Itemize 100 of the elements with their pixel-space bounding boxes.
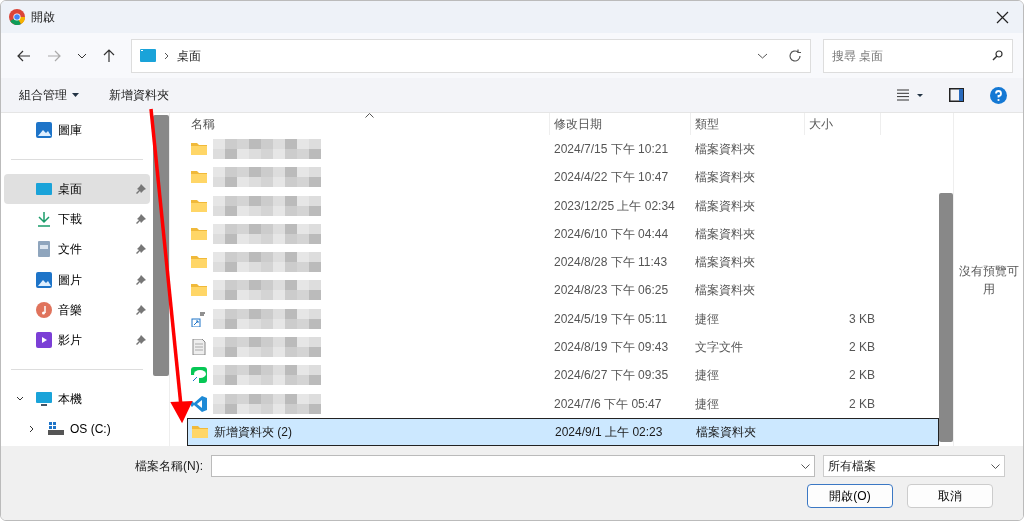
file-row[interactable]: 2024/5/19 下午 05:11 捷徑 3 KB (187, 304, 939, 333)
video-icon (36, 331, 52, 348)
type-cell: 檔案資料夾 (695, 142, 755, 157)
folder-icon (191, 141, 207, 158)
scrollbar-thumb[interactable] (939, 193, 953, 442)
type-cell: 捷徑 (695, 368, 719, 383)
download-icon (36, 211, 52, 228)
filename-field[interactable] (211, 455, 815, 477)
selected-row[interactable]: 新增資料夾 (2) 2024/9/1 上午 02:23 檔案資料夾 (187, 417, 939, 446)
type-cell: 檔案資料夾 (695, 198, 755, 213)
folder-icon (191, 282, 207, 299)
picture-icon (36, 271, 52, 288)
sidebar-item[interactable]: 音樂 (4, 294, 150, 325)
sidebar-item[interactable]: 本機 (4, 383, 150, 414)
sidebar-item[interactable]: 桌面 (4, 174, 150, 205)
refresh-icon (788, 48, 802, 63)
type-cell: 檔案資料夾 (695, 283, 755, 298)
type-cell: 檔案資料夾 (696, 424, 756, 439)
sort-indicator-icon (365, 113, 374, 118)
file-row[interactable]: 2023/12/25 上午 02:34 檔案資料夾 (187, 191, 939, 220)
type-cell: 檔案資料夾 (695, 226, 755, 241)
date-cell: 2024/4/22 下午 10:47 (554, 170, 669, 185)
shortcut-icon (191, 310, 207, 327)
folder-icon (192, 423, 208, 440)
file-name: 新增資料夾 (2) (214, 423, 292, 441)
app-icon (9, 9, 25, 25)
sidebar-item[interactable]: 影片 (4, 324, 150, 355)
search-icon (992, 49, 1003, 61)
window-title: 開啟 (31, 9, 55, 26)
sidebar-item[interactable]: 文件 (4, 234, 150, 265)
file-row[interactable]: 2024/4/22 下午 10:47 檔案資料夾 (187, 163, 939, 192)
column-header[interactable]: 名稱 (187, 113, 550, 135)
file-row[interactable]: 2024/8/28 下午 11:43 檔案資料夾 (187, 248, 939, 277)
type-cell: 捷徑 (695, 311, 719, 326)
text-file-icon (191, 339, 207, 355)
back-arrow-icon (17, 49, 31, 62)
date-cell: 2024/8/23 下午 06:25 (554, 283, 669, 298)
file-row[interactable]: 2024/8/19 下午 09:43 文字文件 2 KB (187, 332, 939, 362)
size-cell: 3 KB (849, 311, 875, 326)
date-cell: 2024/7/15 下午 10:21 (554, 142, 669, 157)
sidebar-item[interactable]: 下載 (4, 204, 150, 235)
close-icon (996, 10, 1009, 24)
chevron-down-icon (77, 52, 87, 59)
file-type-dropdown[interactable]: 所有檔案 (823, 455, 1005, 477)
path-text: 桌面 (177, 47, 201, 65)
desktop-icon (36, 181, 52, 198)
search-field[interactable]: 搜尋 桌面 (823, 38, 1013, 73)
organize-menu[interactable]: 組合管理 (11, 82, 87, 108)
monitor-icon (36, 390, 52, 407)
new-folder-button[interactable]: 新增資料夾 (101, 82, 177, 108)
folder-icon (191, 169, 207, 186)
document-icon (36, 241, 52, 258)
date-cell: 2023/12/25 上午 02:34 (554, 198, 675, 213)
chevron-down-icon (991, 463, 1000, 469)
chevron-right-icon (164, 51, 169, 60)
chat-shortcut-icon (191, 367, 207, 384)
file-row[interactable]: 2024/6/10 下午 04:44 檔案資料夾 (187, 219, 939, 249)
date-cell: 2024/9/1 上午 02:23 (555, 424, 663, 439)
sidebar-item[interactable]: OS (C:) (4, 413, 150, 445)
sidebar-item[interactable]: 圖庫 (4, 115, 150, 146)
folder-icon (191, 197, 207, 214)
address-bar[interactable]: 桌面 (131, 38, 811, 73)
size-cell: 2 KB (849, 340, 875, 354)
chevron-down-icon (16, 394, 24, 403)
date-cell: 2024/6/10 下午 04:44 (554, 226, 669, 241)
up-arrow-icon (103, 48, 115, 63)
forward-arrow-icon (47, 49, 61, 62)
open-button[interactable]: 開啟(O) (807, 484, 893, 508)
code-editor-icon (191, 395, 207, 412)
drive-icon (48, 421, 64, 437)
type-cell: 文字文件 (695, 340, 743, 354)
type-cell: 檔案資料夾 (695, 255, 755, 270)
chevron-right-icon (28, 425, 36, 433)
cancel-button[interactable]: 取消 (907, 484, 993, 508)
column-header[interactable]: 大小 (805, 113, 881, 135)
caret-icon (72, 93, 79, 97)
file-row[interactable]: 2024/6/27 下午 09:35 捷徑 2 KB (187, 361, 939, 390)
desktop-icon (140, 49, 156, 62)
date-cell: 2024/7/6 下午 05:47 (554, 396, 662, 411)
column-header[interactable]: 類型 (691, 113, 805, 135)
file-row[interactable]: 2024/7/15 下午 10:21 檔案資料夾 (187, 135, 939, 164)
chevron-down-icon (757, 52, 768, 59)
type-cell: 檔案資料夾 (695, 170, 755, 185)
filename-label: 檔案名稱(N): (135, 458, 203, 475)
column-header[interactable]: 修改日期 (550, 113, 691, 135)
size-cell: 2 KB (849, 396, 875, 411)
view-list-icon (897, 89, 923, 101)
date-cell: 2024/6/27 下午 09:35 (554, 368, 669, 383)
type-cell: 捷徑 (695, 396, 719, 411)
sidebar-item[interactable]: 圖片 (4, 264, 150, 295)
chevron-down-icon (801, 463, 810, 469)
date-cell: 2024/8/19 下午 09:43 (554, 340, 669, 354)
date-cell: 2024/5/19 下午 05:11 (554, 311, 668, 326)
folder-icon (191, 225, 207, 242)
music-icon (36, 301, 52, 318)
file-row[interactable]: 2024/7/6 下午 05:47 捷徑 2 KB (187, 389, 939, 418)
preview-message: 沒有預覽可用 (958, 262, 1019, 298)
file-row[interactable]: 2024/8/23 下午 06:25 檔案資料夾 (187, 276, 939, 305)
size-cell: 2 KB (849, 368, 875, 383)
help-icon (990, 86, 1007, 104)
